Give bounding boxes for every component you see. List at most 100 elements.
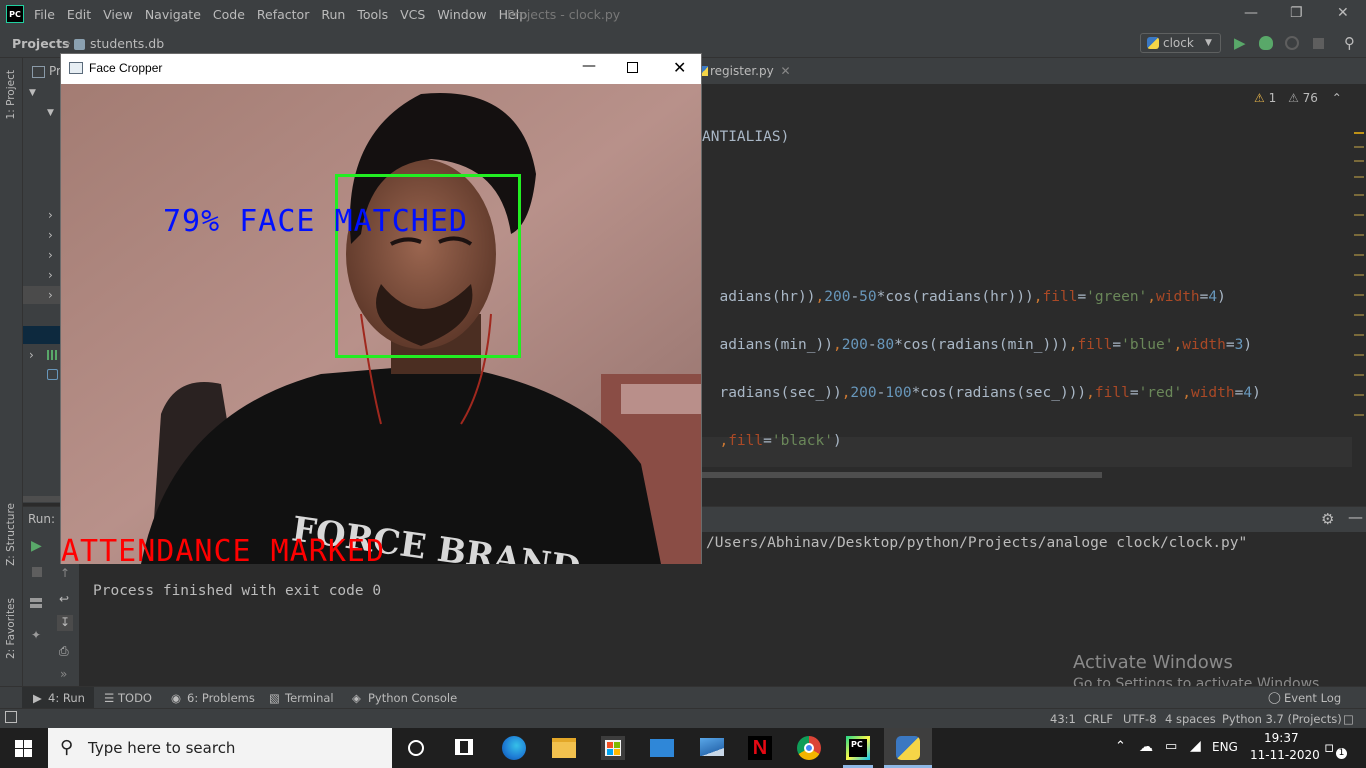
inspection-widget[interactable]: ⚠ 1 ⚠ 76 ⌃ ⌄ <box>1254 91 1366 105</box>
edge-icon[interactable] <box>502 736 526 760</box>
search-icon[interactable]: ⚲ <box>1344 34 1355 52</box>
horizontal-scrollbar[interactable] <box>702 472 1102 478</box>
close-icon[interactable]: ✕ <box>1337 5 1349 21</box>
debug-icon[interactable] <box>1259 36 1273 50</box>
pin-icon[interactable]: ✦ <box>31 628 41 642</box>
lock-icon[interactable]: □ <box>1343 712 1354 726</box>
warning-marker <box>1354 214 1364 216</box>
toggle-tool-windows-icon[interactable] <box>5 711 17 723</box>
netflix-icon[interactable]: N <box>748 736 772 760</box>
project-scrollbar[interactable] <box>23 496 61 502</box>
breadcrumb-separator-icon: › <box>66 36 71 50</box>
warning-icon: ⚠ <box>1254 91 1265 105</box>
cortana-icon[interactable] <box>408 740 424 756</box>
caret-position[interactable]: 43:1 <box>1050 712 1076 726</box>
tree-expand-icon[interactable]: › <box>29 348 34 362</box>
file-explorer-icon[interactable] <box>552 738 576 758</box>
chevron-down-icon[interactable]: ▼ <box>47 108 54 118</box>
chevron-up-icon[interactable]: ⌃ <box>1115 739 1126 754</box>
pycharm-icon[interactable]: PC <box>846 736 870 760</box>
tab-todo[interactable]: TODO <box>118 691 152 705</box>
project-icon <box>32 66 45 78</box>
chevron-down-icon: ▼ <box>1205 38 1212 48</box>
breadcrumb-projects[interactable]: Projects <box>12 36 70 51</box>
print-icon[interactable]: ⎙ <box>59 644 69 659</box>
store-icon[interactable] <box>601 736 625 760</box>
soft-wrap-icon[interactable]: ↩ <box>59 592 69 606</box>
tab-run[interactable]: 4: Run <box>48 691 85 705</box>
breadcrumb-file[interactable]: students.db <box>90 36 164 51</box>
python-icon[interactable] <box>896 736 920 760</box>
menu-file[interactable]: File <box>34 7 55 22</box>
menu-vcs[interactable]: VCS <box>400 7 425 22</box>
scanner-icon[interactable] <box>700 738 724 756</box>
wifi-icon[interactable]: ◢ <box>1190 738 1201 754</box>
face-cropper-titlebar[interactable]: Face Cropper — ✕ <box>61 54 701 84</box>
tree-expand-icon[interactable]: › <box>48 268 53 282</box>
clock-time[interactable]: 19:37 <box>1264 731 1299 745</box>
project-tool-tab[interactable]: 1: Project <box>5 70 17 119</box>
minimize-icon[interactable]: — <box>582 58 596 74</box>
tree-expand-icon[interactable]: › <box>48 228 53 242</box>
coverage-icon[interactable] <box>1285 36 1299 50</box>
taskbar-search-box[interactable]: ⚲ Type here to search <box>48 728 392 768</box>
structure-tool-tab[interactable]: Z: Structure <box>5 503 17 566</box>
menu-refactor[interactable]: Refactor <box>257 7 309 22</box>
favorites-tool-tab[interactable]: 2: Favorites <box>5 598 17 659</box>
clock-date[interactable]: 11-11-2020 <box>1250 748 1320 762</box>
maximize-icon[interactable] <box>627 62 638 73</box>
task-view-icon[interactable] <box>455 739 473 755</box>
stop-icon[interactable] <box>32 567 42 577</box>
close-tab-icon[interactable]: ✕ <box>781 64 791 78</box>
windows-start-icon[interactable] <box>15 740 32 757</box>
chevron-down-icon[interactable]: ▼ <box>29 88 36 98</box>
tree-expand-icon[interactable]: › <box>48 288 53 302</box>
attendance-label: ATTENDANCE MARKED <box>61 534 386 564</box>
tab-problems[interactable]: 6: Problems <box>187 691 255 705</box>
battery-icon[interactable]: ▭ <box>1165 739 1177 754</box>
file-encoding[interactable]: UTF-8 <box>1123 712 1157 726</box>
run-icon[interactable]: ▶ <box>1234 34 1246 52</box>
restore-icon[interactable]: ❐ <box>1290 5 1303 21</box>
tab-register-py[interactable]: register.py ✕ <box>710 64 791 78</box>
stop-icon[interactable] <box>1313 38 1324 49</box>
python-interpreter[interactable]: Python 3.7 (Projects) <box>1222 712 1342 726</box>
run-configuration-select[interactable]: clock ▼ <box>1140 33 1221 53</box>
scroll-up-icon[interactable]: ↑ <box>60 566 70 580</box>
hide-panel-icon[interactable]: — <box>1348 508 1363 526</box>
language-indicator[interactable]: ENG <box>1212 740 1238 754</box>
tab-python-console[interactable]: Python Console <box>368 691 457 705</box>
more-icon[interactable]: » <box>60 667 67 681</box>
scroll-to-end-icon[interactable]: ↧ <box>57 615 73 631</box>
tree-row-selected[interactable] <box>23 326 61 344</box>
tree-expand-icon[interactable]: › <box>48 208 53 222</box>
mail-icon[interactable] <box>650 739 674 757</box>
line-separator[interactable]: CRLF <box>1084 712 1113 726</box>
notification-icon[interactable]: ▫ <box>1324 738 1334 756</box>
menu-window[interactable]: Window <box>437 7 486 22</box>
indent-setting[interactable]: 4 spaces <box>1165 712 1216 726</box>
face-cropper-window[interactable]: Face Cropper — ✕ FORCE BRAND 79% FACE MA… <box>60 53 702 564</box>
gear-icon[interactable]: ⚙ <box>1321 510 1334 528</box>
code-line-5: ,fill='black') <box>719 433 842 449</box>
event-log-link[interactable]: Event Log <box>1284 691 1341 705</box>
tree-expand-icon[interactable]: › <box>48 248 53 262</box>
menu-view[interactable]: View <box>103 7 133 22</box>
close-icon[interactable]: ✕ <box>673 58 686 77</box>
layout-icon[interactable] <box>30 598 42 608</box>
menu-code[interactable]: Code <box>213 7 245 22</box>
chevron-up-icon[interactable]: ⌃ <box>1332 91 1342 105</box>
project-panel: Pr ▼ ▼ › › › › › › <box>23 58 61 503</box>
chrome-icon[interactable] <box>797 736 821 760</box>
menu-edit[interactable]: Edit <box>67 7 91 22</box>
rerun-icon[interactable]: ▶ <box>31 538 42 554</box>
tab-terminal[interactable]: Terminal <box>285 691 334 705</box>
menu-run[interactable]: Run <box>321 7 345 22</box>
warning-marker <box>1354 176 1364 178</box>
pycharm-logo-icon: PC <box>6 5 24 23</box>
search-icon: ⚲ <box>60 737 74 758</box>
menu-navigate[interactable]: Navigate <box>145 7 201 22</box>
minimize-icon[interactable]: — <box>1244 5 1258 21</box>
menu-tools[interactable]: Tools <box>357 7 388 22</box>
cloud-icon[interactable]: ☁ <box>1139 739 1153 755</box>
